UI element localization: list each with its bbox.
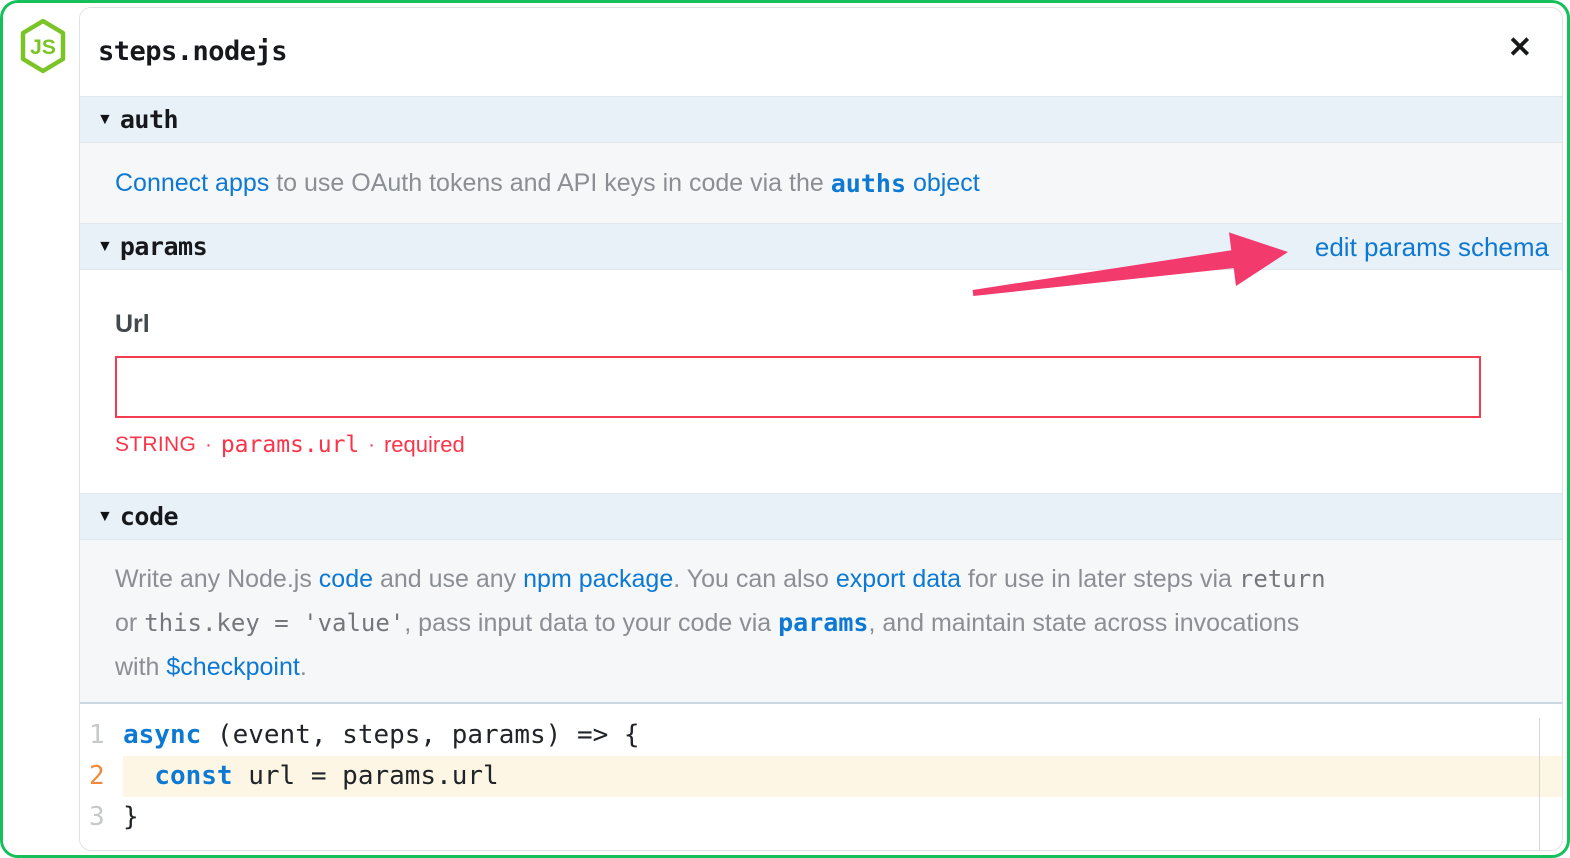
desc-text: . You can also (673, 565, 836, 593)
field-required-label: required (384, 432, 465, 458)
section-label-auth: auth (120, 105, 178, 134)
auth-desc-text: to use OAuth tokens and API keys in code… (269, 169, 830, 198)
url-input[interactable] (115, 356, 1481, 418)
code-line-content: async (event, steps, params) => { (123, 715, 1562, 756)
section-label-code: code (120, 502, 178, 531)
code-desc-line: with $checkpoint. (115, 645, 1522, 689)
meta-separator: · (368, 434, 375, 457)
code-indent (123, 761, 154, 791)
step-editor-card: JS steps.nodejs ✕ ▼ auth Connect apps to… (0, 0, 1570, 858)
field-type-label: STRING (115, 433, 196, 457)
desc-text: or (115, 609, 144, 637)
url-field-label: Url (115, 310, 150, 339)
code-token: (event, steps, params) => { (201, 720, 639, 750)
editor-scrollbar-divider (1539, 718, 1540, 850)
code-line-content: const url = params.url (123, 756, 1562, 797)
desc-text: , and maintain state across invocations (868, 609, 1299, 637)
field-path-label: params.url (221, 432, 359, 458)
line-number: 3 (80, 797, 123, 838)
desc-text: for use in later steps via (961, 565, 1239, 593)
desc-text: and use any (373, 565, 523, 593)
line-number-active: 2 (80, 756, 123, 797)
checkpoint-link[interactable]: $checkpoint (166, 653, 299, 681)
section-header-code[interactable]: ▼ code (80, 493, 1562, 540)
section-label-params: params (120, 232, 207, 261)
auths-object-link-code[interactable]: auths (831, 169, 906, 198)
code-description: Write any Node.js code and use any npm p… (80, 540, 1562, 704)
svg-text:JS: JS (30, 36, 56, 59)
auth-description: Connect apps to use OAuth tokens and API… (80, 143, 1562, 223)
step-panel: steps.nodejs ✕ ▼ auth Connect apps to us… (79, 7, 1563, 851)
keyword-token: async (123, 720, 201, 750)
desc-text: Write any Node.js (115, 565, 319, 593)
code-editor[interactable]: 1 async (event, steps, params) => { 2 co… (80, 706, 1562, 851)
panel-header: steps.nodejs ✕ (80, 8, 1562, 96)
thiskey-inline-code: this.key = 'value' (144, 609, 404, 637)
nodejs-logo-icon: JS (19, 18, 67, 74)
code-token: } (123, 802, 139, 832)
code-desc-line: Write any Node.js code and use any npm p… (115, 557, 1522, 601)
chevron-down-icon: ▼ (97, 112, 113, 128)
npm-package-link[interactable]: npm package (523, 565, 673, 593)
code-line-content: } (123, 797, 1562, 838)
desc-text: . (300, 653, 307, 681)
params-link[interactable]: params (778, 608, 868, 637)
code-line: 3 } (80, 797, 1562, 838)
meta-separator: · (205, 434, 212, 457)
chevron-down-icon: ▼ (97, 509, 113, 525)
step-title: steps.nodejs (98, 36, 287, 67)
connect-apps-link[interactable]: Connect apps (115, 169, 269, 198)
code-token: url = params.url (233, 761, 499, 791)
chevron-down-icon: ▼ (97, 239, 113, 255)
return-inline-code: return (1239, 565, 1326, 593)
code-link[interactable]: code (319, 565, 373, 593)
params-body: Url STRING · params.url · required (80, 270, 1562, 493)
code-line-active: 2 const url = params.url (80, 756, 1562, 797)
keyword-token: const (154, 761, 232, 791)
step-icon-sidebar: JS (3, 3, 79, 855)
export-data-link[interactable]: export data (836, 565, 961, 593)
auths-object-link[interactable]: object (906, 169, 980, 198)
section-header-params[interactable]: ▼ params edit params schema (80, 223, 1562, 270)
desc-text: with (115, 653, 166, 681)
code-line: 1 async (event, steps, params) => { (80, 715, 1562, 756)
code-desc-line: or this.key = 'value', pass input data t… (115, 601, 1522, 645)
desc-text: , pass input data to your code via (404, 609, 778, 637)
edit-params-schema-link[interactable]: edit params schema (1315, 232, 1549, 263)
url-field-meta: STRING · params.url · required (115, 432, 465, 458)
close-icon[interactable]: ✕ (1508, 34, 1532, 63)
line-number: 1 (80, 715, 123, 756)
section-header-auth[interactable]: ▼ auth (80, 96, 1562, 143)
